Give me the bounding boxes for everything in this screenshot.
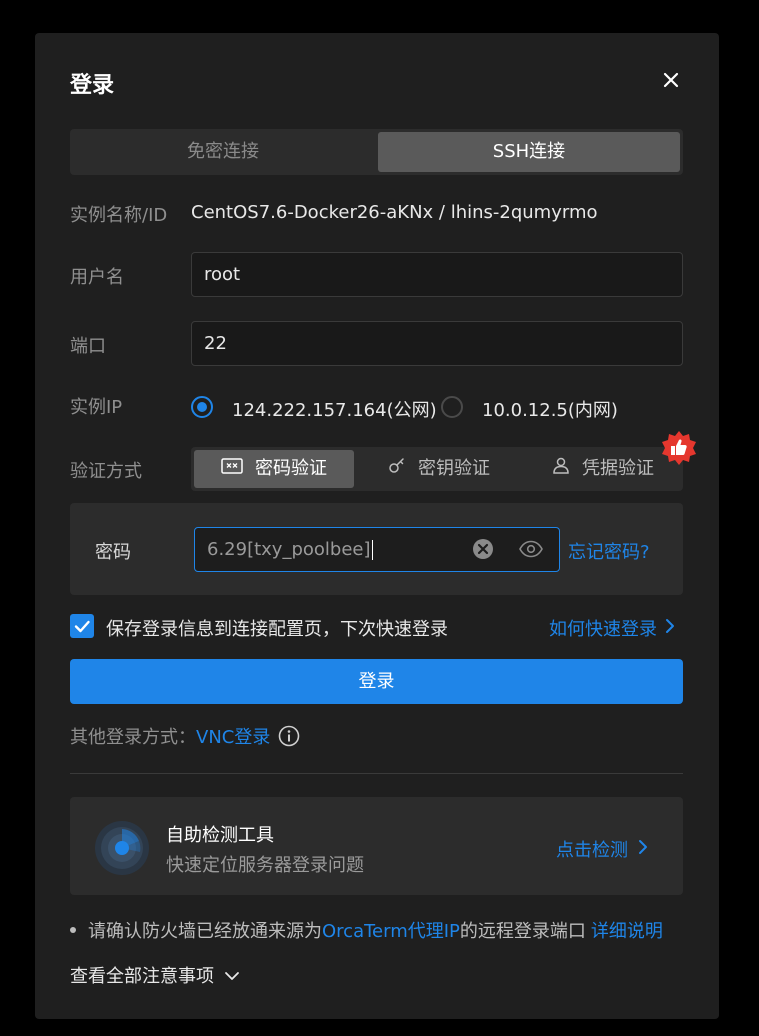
ip-public-label[interactable]: 124.222.157.164(公网) (232, 396, 437, 422)
chevron-down-icon (224, 965, 240, 986)
auth-option-credential-label: 凭据验证 (582, 458, 654, 479)
eye-icon[interactable] (519, 540, 543, 562)
username-field[interactable]: root (191, 252, 683, 297)
password-icon (221, 450, 243, 488)
quick-login-help-link[interactable]: 如何快速登录 (549, 615, 675, 641)
chevron-right-icon (665, 618, 675, 639)
auth-option-key-label: 密钥验证 (418, 458, 490, 479)
port-field[interactable]: 22 (191, 321, 683, 366)
password-field[interactable]: 6.29[txy_poolbee] (194, 527, 560, 572)
radar-icon (94, 820, 150, 880)
auth-option-password[interactable]: 密码验证 (194, 450, 354, 488)
instance-label: 实例名称/ID (70, 205, 168, 226)
ip-label: 实例IP (70, 397, 123, 418)
tool-subtitle: 快速定位服务器登录问题 (166, 855, 364, 876)
view-all-label: 查看全部注意事项 (70, 966, 214, 987)
tool-title: 自助检测工具 (166, 825, 274, 846)
ip-public-radio[interactable] (191, 396, 213, 418)
vnc-login-link[interactable]: VNC登录 (196, 723, 270, 749)
other-login-prefix: 其他登录方式： (70, 727, 196, 748)
tab-passwordless[interactable]: 免密连接 (73, 132, 373, 172)
auth-option-credential[interactable]: 凭据验证 (523, 450, 683, 488)
login-button[interactable]: 登录 (70, 659, 683, 704)
port-label: 端口 (70, 336, 106, 357)
password-label: 密码 (95, 542, 131, 563)
thumbs-up-badge-icon[interactable] (661, 430, 697, 466)
user-icon (552, 450, 570, 488)
ip-private-label[interactable]: 10.0.12.5(内网) (482, 396, 618, 422)
instance-value: CentOS7.6-Docker26-aKNx / lhins-2qumyrmo (191, 202, 598, 223)
firewall-notice: 请确认防火墙已经放通来源为 OrcaTerm代理IP 的远程登录端口 详细说明 (70, 917, 663, 943)
info-icon[interactable] (278, 725, 300, 747)
notice-text-after: 的远程登录端口 (459, 921, 586, 942)
remember-label[interactable]: 保存登录信息到连接配置页，下次快速登录 (106, 615, 448, 641)
remember-checkbox[interactable] (70, 614, 94, 638)
run-check-label: 点击检测 (556, 840, 628, 861)
username-label: 用户名 (70, 267, 124, 288)
ip-private-radio[interactable] (441, 396, 463, 418)
divider (70, 773, 683, 774)
auth-option-password-label: 密码验证 (255, 458, 327, 479)
auth-method-selector: 密码验证 密钥验证 凭据验证 (191, 447, 683, 491)
quick-login-help-label: 如何快速登录 (549, 619, 657, 640)
orcaterm-proxy-ip-link[interactable]: OrcaTerm代理IP (322, 917, 460, 943)
login-dialog: 登录 免密连接 SSH连接 实例名称/ID CentOS7.6-Docker26… (35, 33, 719, 1019)
close-icon[interactable] (660, 69, 682, 91)
key-icon (388, 450, 406, 488)
forgot-password-link[interactable]: 忘记密码? (568, 538, 650, 564)
bullet (70, 927, 76, 933)
password-value: 6.29[txy_poolbee] (207, 539, 371, 560)
auth-option-key[interactable]: 密钥验证 (359, 450, 519, 488)
run-check-link[interactable]: 点击检测 (556, 836, 648, 862)
view-all-notes-toggle[interactable]: 查看全部注意事项 (70, 962, 240, 988)
details-link[interactable]: 详细说明 (591, 917, 663, 943)
connection-type-tabs: 免密连接 SSH连接 (70, 129, 683, 175)
clear-icon[interactable] (472, 538, 494, 564)
dialog-title: 登录 (70, 73, 115, 98)
tab-ssh[interactable]: SSH连接 (378, 132, 680, 172)
auth-label: 验证方式 (70, 461, 142, 482)
chevron-right-icon (638, 839, 648, 860)
other-login-row: 其他登录方式： VNC登录 (70, 723, 300, 749)
notice-text-before: 请确认防火墙已经放通来源为 (88, 921, 322, 942)
